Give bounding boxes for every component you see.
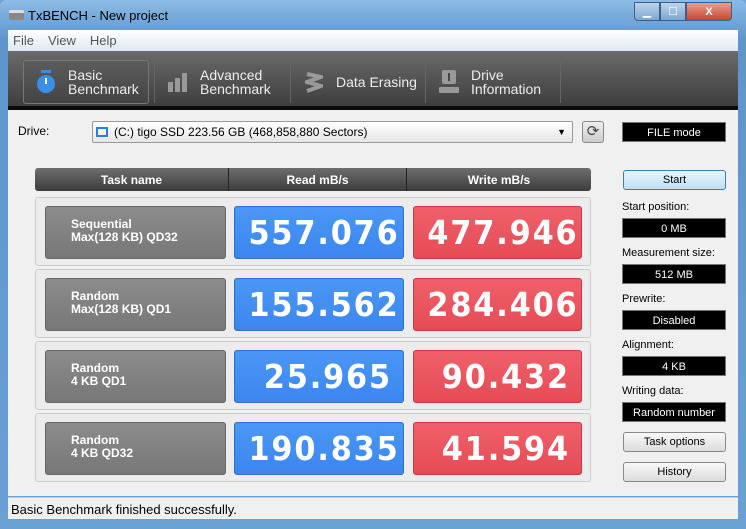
menu-view[interactable]: View <box>48 33 76 48</box>
read-value: 190.835 <box>234 422 404 475</box>
tab-advanced-benchmark[interactable]: Advanced Benchmark <box>156 60 286 104</box>
result-row: Random 4 KB QD1 25.965 90.432 <box>35 341 591 410</box>
drive-icon <box>96 127 108 137</box>
app-icon <box>9 10 24 20</box>
bar-chart-icon <box>166 70 190 94</box>
alignment-label: Alignment: <box>622 339 674 351</box>
history-button[interactable]: History <box>623 462 726 482</box>
prewrite-field[interactable]: Disabled <box>622 310 726 330</box>
write-value: 477.946 <box>413 206 582 259</box>
chevron-down-icon: ▼ <box>557 127 566 137</box>
minimize-button[interactable]: ▁ <box>634 2 660 21</box>
task-name-button[interactable]: Random 4 KB QD32 <box>45 422 226 475</box>
measurement-size-label: Measurement size: <box>622 247 715 259</box>
tab-basic-benchmark[interactable]: Basic Benchmark <box>23 60 149 104</box>
start-position-label: Start position: <box>622 201 690 213</box>
task-name-button[interactable]: Sequential Max(128 KB) QD32 <box>45 206 226 259</box>
drive-select[interactable]: (C:) tigo SSD 223.56 GB (468,858,880 Sec… <box>92 121 573 143</box>
toolbar: Basic Benchmark Advanced Benchmark Data Er… <box>8 51 738 110</box>
prewrite-label: Prewrite: <box>622 293 666 305</box>
tab-drive-information[interactable]: Drive Information <box>427 60 562 104</box>
read-value: 25.965 <box>234 350 404 403</box>
menu-help[interactable]: Help <box>90 33 117 48</box>
results-header: Task name Read mB/s Write mB/s <box>35 168 591 191</box>
task-options-button[interactable]: Task options <box>623 432 726 452</box>
writing-data-label: Writing data: <box>622 385 684 397</box>
status-bar: Basic Benchmark finished successfully. <box>8 497 738 519</box>
alignment-field[interactable]: 4 KB <box>622 356 726 376</box>
result-row: Sequential Max(128 KB) QD32 557.076 477.9… <box>35 197 591 266</box>
read-value: 557.076 <box>234 206 404 259</box>
menu-bar: File View Help <box>8 30 738 51</box>
refresh-button[interactable]: ⟳ <box>582 121 604 143</box>
writing-data-field[interactable]: Random number <box>622 402 726 422</box>
read-value: 155.562 <box>234 278 404 331</box>
file-mode-indicator: FILE mode <box>622 122 726 142</box>
close-button[interactable]: X <box>686 2 732 21</box>
start-button[interactable]: Start <box>623 170 726 190</box>
tab-data-erasing[interactable]: Data Erasing <box>292 60 422 104</box>
write-value: 90.432 <box>413 350 582 403</box>
eraser-icon <box>302 70 326 94</box>
stopwatch-icon <box>34 70 58 94</box>
window-title: TxBENCH - New project <box>28 8 169 23</box>
menu-file[interactable]: File <box>13 33 34 48</box>
measurement-size-field[interactable]: 512 MB <box>622 264 726 284</box>
maximize-button[interactable]: ☐ <box>660 2 686 21</box>
start-position-field[interactable]: 0 MB <box>622 218 726 238</box>
task-name-button[interactable]: Random Max(128 KB) QD1 <box>45 278 226 331</box>
drive-info-icon <box>437 70 461 94</box>
result-row: Random 4 KB QD32 190.835 41.594 <box>35 413 591 482</box>
write-value: 41.594 <box>413 422 582 475</box>
task-name-button[interactable]: Random 4 KB QD1 <box>45 350 226 403</box>
drive-label: Drive: <box>18 124 50 138</box>
write-value: 284.406 <box>413 278 582 331</box>
result-row: Random Max(128 KB) QD1 155.562 284.406 <box>35 269 591 338</box>
